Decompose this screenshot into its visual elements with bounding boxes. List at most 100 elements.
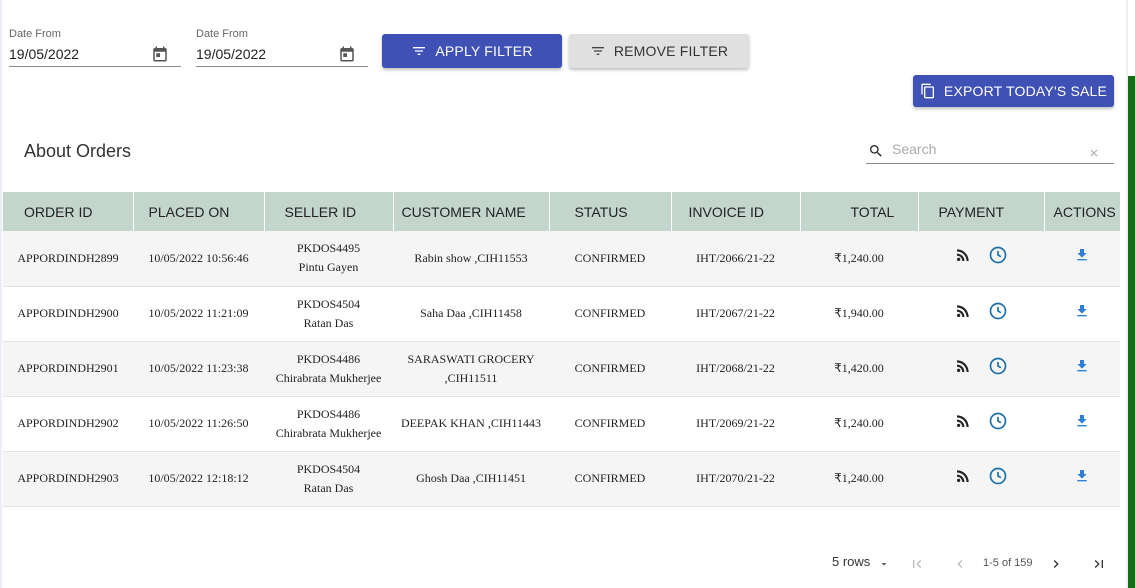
page-range-text: 1-5 of 159 — [983, 557, 1033, 569]
customer-name: Saha Daa ,CIH11458 — [420, 306, 522, 320]
customer-name: SARASWATI GROCERY — [407, 351, 535, 366]
table-row: APPORDINDH2899 10/05/2022 10:56:46 PKDOS… — [3, 231, 1120, 287]
seller-name: Pintu Gayen — [298, 260, 359, 275]
download-icon[interactable] — [1074, 469, 1090, 487]
order-id-cell: APPORDINDH2899 — [3, 231, 133, 287]
invoice-cell: IHT/2069/21-22 — [671, 396, 800, 452]
right-side-bar — [1128, 76, 1135, 588]
order-id-cell: APPORDINDH2900 — [3, 286, 133, 342]
actions-cell — [1044, 451, 1120, 507]
seller-code: PKDOS4504 — [296, 296, 361, 311]
clock-icon[interactable] — [988, 411, 1008, 437]
export-todays-sale-button[interactable]: EXPORT TODAY'S SALE — [913, 75, 1114, 107]
rss-feed-icon[interactable] — [954, 302, 972, 326]
copy-icon — [921, 83, 934, 99]
seller-cell: PKDOS4495 Pintu Gayen — [264, 231, 393, 287]
actions-cell — [1044, 341, 1120, 397]
seller-cell: PKDOS4486 Chirabrata Mukherjee — [264, 396, 393, 452]
rows-per-page-value: 5 rows — [832, 554, 871, 569]
seller-code: PKDOS4486 — [296, 351, 361, 366]
date-from-field-1[interactable]: Date From 19/05/2022 — [9, 26, 181, 68]
search-input[interactable]: Search — [892, 141, 936, 157]
remove-filter-label: REMOVE FILTER — [613, 43, 729, 59]
column-header[interactable]: TOTAL — [800, 192, 919, 231]
seller-cell: PKDOS4504 Ratan Das — [264, 286, 393, 342]
seller-name: Ratan Das — [303, 315, 354, 330]
column-header[interactable]: PAYMENT — [918, 192, 1045, 231]
invoice-cell: IHT/2070/21-22 — [671, 451, 800, 507]
actions-cell — [1044, 286, 1120, 342]
actions-cell — [1044, 231, 1120, 287]
column-header[interactable]: ACTIONS — [1044, 192, 1121, 231]
seller-code: PKDOS4486 — [296, 406, 361, 421]
seller-name: Chirabrata Mukherjee — [275, 370, 382, 385]
date-from-field-2[interactable]: Date From 19/05/2022 — [196, 26, 368, 68]
rss-feed-icon[interactable] — [954, 412, 972, 436]
placed-on-cell: 10/05/2022 11:26:50 — [133, 396, 264, 452]
download-icon[interactable] — [1074, 249, 1090, 266]
rows-per-page-select[interactable]: 5 rows — [832, 554, 870, 574]
total-cell: ₹1,240.00 — [800, 231, 918, 287]
first-page-icon[interactable] — [909, 556, 925, 576]
customer-cell: Saha Daa ,CIH11458 — [393, 286, 549, 342]
orders-card: About Orders Search ORDER ID PLACED ON S… — [3, 122, 1122, 588]
total-cell: ₹1,240.00 — [800, 451, 918, 507]
payment-cell — [918, 341, 1044, 397]
seller-code: PKDOS4504 — [296, 461, 361, 476]
download-icon[interactable] — [1074, 304, 1090, 322]
filter-icon — [413, 47, 426, 55]
chevron-down-icon[interactable] — [878, 558, 890, 578]
column-header[interactable]: INVOICE ID — [671, 192, 801, 231]
actions-cell — [1044, 396, 1120, 452]
rss-feed-icon[interactable] — [954, 246, 972, 270]
customer-cell: Ghosh Daa ,CIH11451 — [393, 451, 549, 507]
seller-code: PKDOS4495 — [296, 241, 361, 256]
field-underline — [9, 66, 181, 67]
column-header[interactable]: STATUS — [549, 192, 672, 231]
total-cell: ₹1,940.00 — [800, 286, 918, 342]
invoice-cell: IHT/2066/21-22 — [671, 231, 800, 287]
seller-cell: PKDOS4504 Ratan Das — [264, 451, 393, 507]
table-row: APPORDINDH2900 10/05/2022 11:21:09 PKDOS… — [3, 286, 1120, 342]
clock-icon[interactable] — [988, 466, 1008, 492]
field-underline — [196, 66, 368, 67]
order-id-cell: APPORDINDH2903 — [3, 451, 133, 507]
remove-filter-button[interactable]: REMOVE FILTER — [569, 34, 749, 68]
column-header[interactable]: ORDER ID — [3, 192, 134, 231]
apply-filter-button[interactable]: APPLY FILTER — [382, 34, 562, 68]
customer-cell: Rabin show ,CIH11553 — [393, 231, 549, 287]
date-from-value[interactable]: 19/05/2022 — [196, 46, 266, 62]
clear-search-icon[interactable] — [1088, 146, 1100, 164]
placed-on-cell: 10/05/2022 11:21:09 — [133, 286, 264, 342]
total-cell: ₹1,240.00 — [800, 396, 918, 452]
table-row: APPORDINDH2902 10/05/2022 11:26:50 PKDOS… — [3, 396, 1120, 452]
placed-on-cell: 10/05/2022 11:23:38 — [133, 341, 264, 397]
rss-feed-icon[interactable] — [954, 467, 972, 491]
customer-cell: SARASWATI GROCERY ,CIH11511 — [393, 341, 549, 397]
clock-icon[interactable] — [988, 356, 1008, 382]
rss-feed-icon[interactable] — [954, 357, 972, 381]
search-box[interactable]: Search — [866, 138, 1114, 164]
column-header[interactable]: PLACED ON — [133, 192, 265, 231]
date-from-label: Date From — [196, 28, 248, 40]
table-row: APPORDINDH2903 10/05/2022 12:18:12 PKDOS… — [3, 451, 1120, 507]
date-from-value[interactable]: 19/05/2022 — [9, 46, 79, 62]
status-cell: CONFIRMED — [549, 396, 671, 452]
calendar-icon[interactable] — [151, 45, 169, 63]
payment-cell — [918, 396, 1044, 452]
column-header[interactable]: SELLER ID — [264, 192, 394, 231]
calendar-icon[interactable] — [338, 45, 356, 63]
seller-name: Ratan Das — [303, 480, 354, 495]
next-page-icon[interactable] — [1048, 556, 1064, 576]
previous-page-icon[interactable] — [952, 556, 968, 576]
clock-icon[interactable] — [988, 245, 1008, 271]
clock-icon[interactable] — [988, 301, 1008, 327]
last-page-icon[interactable] — [1091, 556, 1107, 576]
column-header[interactable]: CUSTOMER NAME — [393, 192, 550, 231]
seller-cell: PKDOS4486 Chirabrata Mukherjee — [264, 341, 393, 397]
invoice-cell: IHT/2068/21-22 — [671, 341, 800, 397]
download-icon[interactable] — [1074, 414, 1090, 432]
download-icon[interactable] — [1074, 359, 1090, 377]
date-from-label: Date From — [9, 28, 61, 40]
table-header-row: ORDER ID PLACED ON SELLER ID CUSTOMER NA… — [3, 192, 1121, 231]
